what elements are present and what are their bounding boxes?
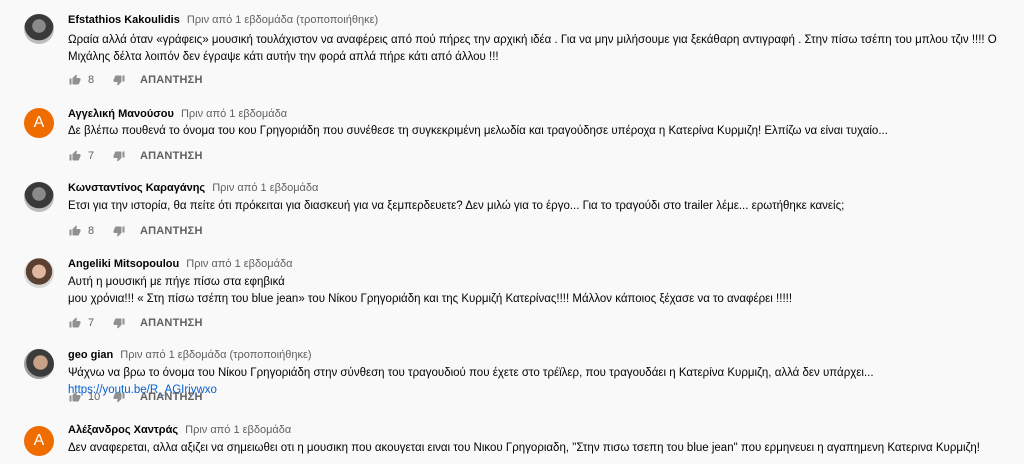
thumbs-down-icon[interactable] [112, 74, 126, 86]
reply-button[interactable]: ΑΠΑΝΤΗΣΗ [140, 74, 203, 86]
thumbs-up-icon[interactable] [68, 225, 82, 237]
comment-line: Ωραία αλλά όταν «γράφεις» μουσική τουλάχ… [68, 34, 997, 46]
author-name[interactable]: Κωνσταντίνος Καραγάνης [68, 182, 205, 194]
comment-time[interactable]: Πριν από 1 εβδομάδα [181, 108, 287, 120]
comment-text: Δεν αναφερεται, αλλα αξιζει να σημειωθει… [68, 440, 1018, 457]
avatar[interactable]: A [24, 108, 54, 138]
comment-header: Κωνσταντίνος Καραγάνης Πριν από 1 εβδομά… [68, 182, 318, 194]
author-name[interactable]: Αλέξανδρος Χαντράς [68, 424, 178, 436]
thumbs-up-icon[interactable] [68, 391, 82, 403]
comment-time[interactable]: Πριν από 1 εβδομάδα [186, 258, 292, 270]
reply-button[interactable]: ΑΠΑΝΤΗΣΗ [140, 391, 203, 403]
comment-text: Αυτή η μουσική με πήγε πίσω στα εφηβικά … [68, 274, 1018, 308]
like-count: 10 [88, 391, 101, 403]
author-name[interactable]: Efstathios Kakoulidis [68, 14, 180, 26]
avatar-letter: A [33, 114, 45, 131]
comment-time[interactable]: Πριν από 1 εβδομάδα (τροποποιήθηκε) [187, 14, 378, 26]
comment-actions: 7 ΑΠΑΝΤΗΣΗ [68, 315, 203, 331]
avatar[interactable] [24, 349, 54, 379]
comment-text: Ωραία αλλά όταν «γράφεις» μουσική τουλάχ… [68, 32, 1018, 66]
comment-actions: 8 ΑΠΑΝΤΗΣΗ [68, 72, 203, 88]
comment-line: Ψάχνω να βρω το όνομα του Νίκου Γρηγοριά… [68, 367, 874, 379]
comment-line: Ετσι για την ιστορία, θα πείτε ότι πρόκε… [68, 200, 845, 212]
thumbs-down-icon[interactable] [112, 150, 126, 162]
thumbs-up-icon[interactable] [68, 74, 82, 86]
like-count: 8 [88, 225, 95, 237]
like-count: 8 [88, 74, 95, 86]
comment-line: μου χρόνια!!! « Στη πίσω τσέπη του blue … [68, 293, 793, 305]
comment-header: Αγγελική Μανούσου Πριν από 1 εβδομάδα [68, 108, 287, 120]
thumbs-down-icon[interactable] [112, 317, 126, 329]
comment-text: Δε βλέπω πουθενά το όνομα του κου Γρηγορ… [68, 123, 1018, 140]
comment-line: Μιχάλης δέλτα λοιπόν δεν έγραψε κάτι αυτ… [68, 51, 499, 63]
comment-actions: 7 ΑΠΑΝΤΗΣΗ [68, 148, 203, 164]
comment-header: Αλέξανδρος Χαντράς Πριν από 1 εβδομάδα [68, 424, 291, 436]
author-name[interactable]: Angeliki Mitsopoulou [68, 258, 179, 270]
thumbs-up-icon[interactable] [68, 150, 82, 162]
comment-line: Δεν αναφερεται, αλλα αξιζει να σημειωθει… [68, 442, 980, 454]
avatar-letter: A [33, 432, 45, 449]
comment-actions: 8 ΑΠΑΝΤΗΣΗ [68, 223, 203, 239]
author-name[interactable]: geo gian [68, 349, 113, 361]
reply-button[interactable]: ΑΠΑΝΤΗΣΗ [140, 317, 203, 329]
comment-text: Ψάχνω να βρω το όνομα του Νίκου Γρηγοριά… [68, 365, 1018, 399]
avatar[interactable] [24, 258, 54, 288]
comment-time[interactable]: Πριν από 1 εβδομάδα [212, 182, 318, 194]
comment-actions: 10 ΑΠΑΝΤΗΣΗ [68, 389, 203, 405]
thumbs-down-icon[interactable] [112, 391, 126, 403]
comment-text: Ετσι για την ιστορία, θα πείτε ότι πρόκε… [68, 198, 1018, 215]
author-name[interactable]: Αγγελική Μανούσου [68, 108, 174, 120]
comment-header: geo gian Πριν από 1 εβδομάδα (τροποποιήθ… [68, 349, 312, 361]
comment-time[interactable]: Πριν από 1 εβδομάδα [185, 424, 291, 436]
thumbs-down-icon[interactable] [112, 225, 126, 237]
comment-header: Efstathios Kakoulidis Πριν από 1 εβδομάδ… [68, 14, 378, 26]
comment-time[interactable]: Πριν από 1 εβδομάδα (τροποποιήθηκε) [120, 349, 311, 361]
thumbs-up-icon[interactable] [68, 317, 82, 329]
like-count: 7 [88, 317, 95, 329]
reply-button[interactable]: ΑΠΑΝΤΗΣΗ [140, 225, 203, 237]
comment-header: Angeliki Mitsopoulou Πριν από 1 εβδομάδα [68, 258, 292, 270]
like-count: 7 [88, 150, 95, 162]
comment-line: Αυτή η μουσική με πήγε πίσω στα εφηβικά [68, 276, 285, 288]
avatar[interactable]: A [24, 426, 54, 456]
avatar[interactable] [24, 14, 54, 44]
avatar[interactable] [24, 182, 54, 212]
reply-button[interactable]: ΑΠΑΝΤΗΣΗ [140, 150, 203, 162]
comment-line: Δε βλέπω πουθενά το όνομα του κου Γρηγορ… [68, 125, 888, 137]
